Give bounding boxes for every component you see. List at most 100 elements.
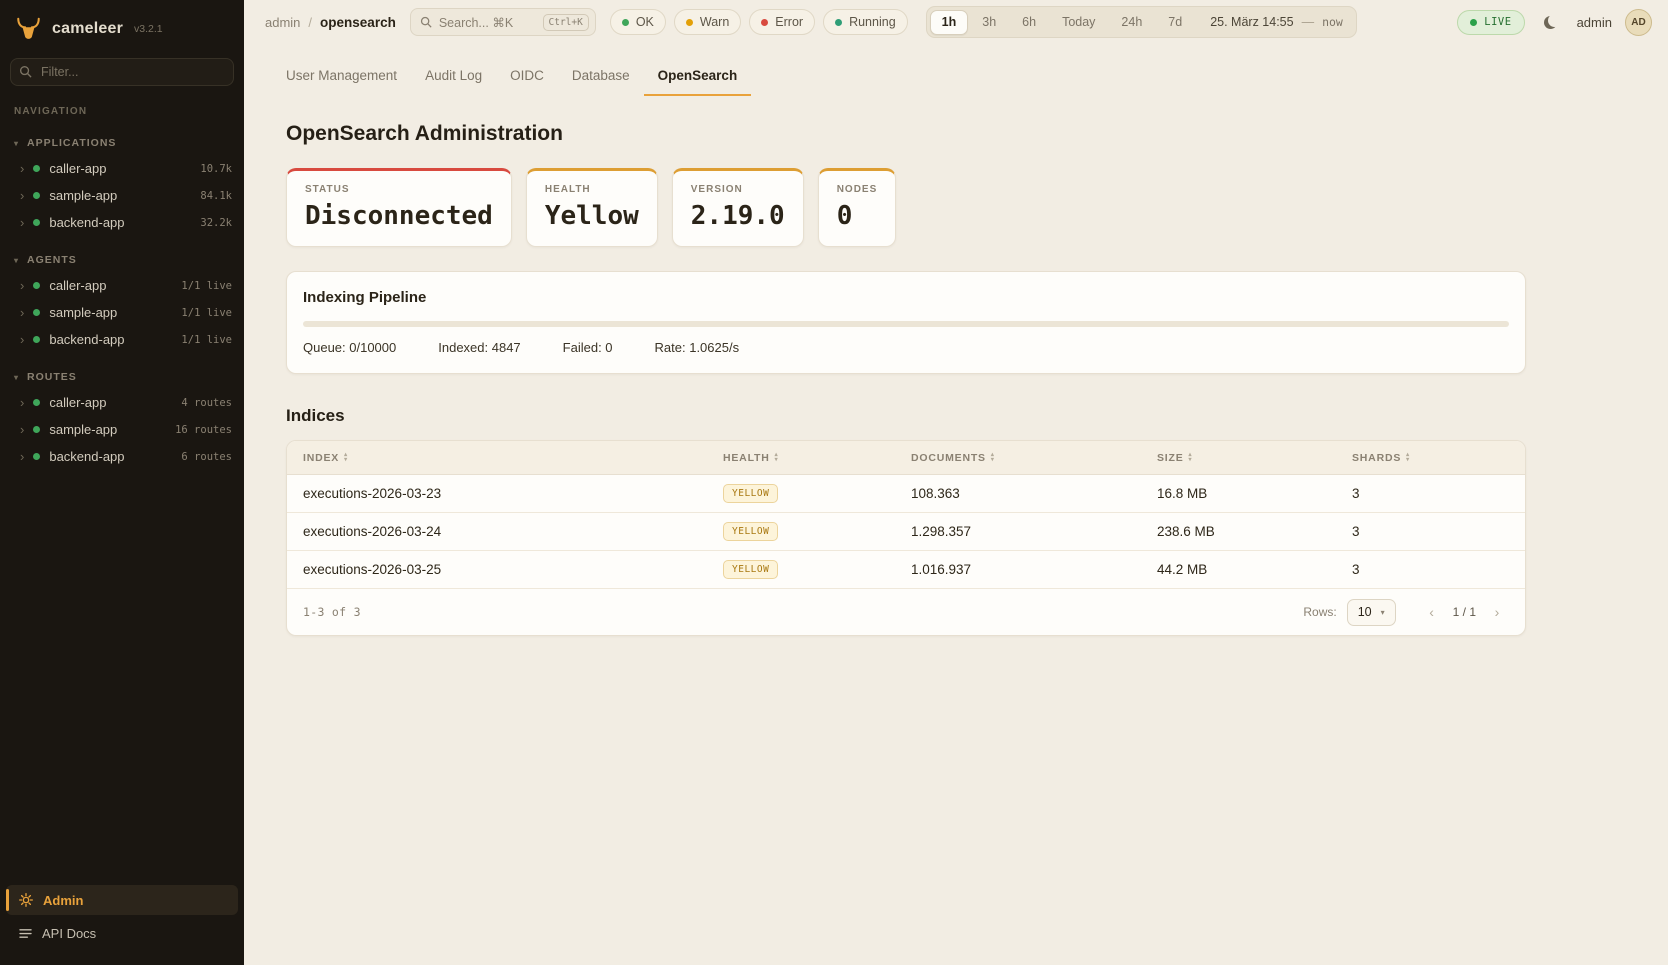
search-icon	[420, 16, 432, 28]
global-search[interactable]: Search... ⌘K Ctrl+K	[410, 8, 596, 36]
chevron-right-icon: ›	[20, 422, 24, 437]
stat-card-status: STATUS Disconnected	[286, 168, 512, 247]
sidebar-footer: Admin API Docs	[0, 885, 244, 951]
sidebar-item-backend-app-agent[interactable]: › backend-app 1/1 live	[0, 326, 244, 353]
chevron-right-icon: ›	[20, 449, 24, 464]
sidebar-item-label: Admin	[43, 893, 83, 908]
column-label: DOCUMENTS	[911, 452, 986, 464]
rows-per-page-select[interactable]: 10 ▾	[1347, 599, 1396, 626]
sidebar-item-sample-app-agent[interactable]: › sample-app 1/1 live	[0, 299, 244, 326]
status-dot	[33, 219, 40, 226]
filter-warn[interactable]: Warn	[674, 9, 741, 35]
time-range-3h[interactable]: 3h	[970, 10, 1008, 35]
stat-value: Yellow	[545, 201, 639, 231]
sidebar-item-caller-app-agent[interactable]: › caller-app 1/1 live	[0, 272, 244, 299]
avatar[interactable]: AD	[1625, 9, 1652, 36]
column-header-size[interactable]: SIZE ▴▾	[1157, 452, 1352, 464]
column-header-index[interactable]: INDEX ▴▾	[303, 452, 723, 464]
time-range-1h[interactable]: 1h	[930, 10, 969, 35]
date-range-start: 25. März 14:55	[1210, 15, 1293, 29]
sidebar-item-sample-app-routes[interactable]: › sample-app 16 routes	[0, 416, 244, 443]
routes-badge: 4 routes	[181, 397, 232, 409]
status-dot	[33, 165, 40, 172]
cell-documents: 108.363	[911, 486, 1157, 501]
column-header-documents[interactable]: DOCUMENTS ▴▾	[911, 452, 1157, 464]
tab-audit-log[interactable]: Audit Log	[411, 68, 496, 96]
live-dot-icon	[1470, 19, 1477, 26]
stat-value: Disconnected	[305, 201, 493, 231]
gear-icon	[19, 893, 33, 907]
pagination: ‹ 1 / 1 ›	[1420, 600, 1509, 624]
section-applications: ▾ APPLICATIONS › caller-app 10.7k › samp…	[0, 133, 244, 236]
section-header-applications[interactable]: ▾ APPLICATIONS	[0, 133, 244, 155]
stat-label: VERSION	[691, 184, 785, 195]
next-page-button[interactable]: ›	[1485, 600, 1509, 624]
cell-health: YELLOW	[723, 484, 911, 503]
table-row[interactable]: executions-2026-03-25 YELLOW 1.016.937 4…	[287, 551, 1525, 589]
sidebar-item-api-docs[interactable]: API Docs	[6, 918, 238, 948]
tab-opensearch[interactable]: OpenSearch	[644, 68, 752, 96]
sidebar-item-backend-app[interactable]: › backend-app 32.2k	[0, 209, 244, 236]
table-row[interactable]: executions-2026-03-23 YELLOW 108.363 16.…	[287, 475, 1525, 513]
running-dot-icon	[835, 19, 842, 26]
cell-shards: 3	[1352, 486, 1509, 501]
pipeline-rate: Rate: 1.0625/s	[655, 340, 740, 355]
username: admin	[1577, 15, 1612, 30]
sidebar-item-caller-app-routes[interactable]: › caller-app 4 routes	[0, 389, 244, 416]
page-title: OpenSearch Administration	[286, 122, 1526, 146]
sidebar-filter-input[interactable]	[10, 58, 234, 86]
sidebar-item-label: caller-app	[49, 161, 106, 176]
sidebar-item-admin[interactable]: Admin	[6, 885, 238, 915]
status-dot	[33, 336, 40, 343]
tab-database[interactable]: Database	[558, 68, 644, 96]
table-row[interactable]: executions-2026-03-24 YELLOW 1.298.357 2…	[287, 513, 1525, 551]
pipeline-failed: Failed: 0	[563, 340, 613, 355]
column-header-shards[interactable]: SHARDS ▴▾	[1352, 452, 1509, 464]
section-agents: ▾ AGENTS › caller-app 1/1 live › sample-…	[0, 250, 244, 353]
cell-index: executions-2026-03-23	[303, 486, 723, 501]
section-header-agents[interactable]: ▾ AGENTS	[0, 250, 244, 272]
breadcrumb-current: opensearch	[320, 15, 396, 30]
sidebar-item-sample-app[interactable]: › sample-app 84.1k	[0, 182, 244, 209]
tab-oidc[interactable]: OIDC	[496, 68, 558, 96]
filter-ok[interactable]: OK	[610, 9, 666, 35]
time-range-7d[interactable]: 7d	[1156, 10, 1194, 35]
row-range: 1-3 of 3	[303, 605, 361, 619]
status-dot	[33, 309, 40, 316]
tab-user-management[interactable]: User Management	[286, 68, 411, 96]
caret-down-icon: ▾	[14, 256, 19, 265]
section-label: APPLICATIONS	[27, 137, 116, 149]
filter-label: Error	[775, 15, 803, 29]
moon-icon	[1544, 16, 1557, 29]
time-range-today[interactable]: Today	[1050, 10, 1107, 35]
rows-per-page-value: 10	[1358, 605, 1372, 619]
date-range-display[interactable]: 25. März 14:55 — now	[1210, 15, 1343, 29]
sidebar-filter	[10, 58, 234, 86]
cell-health: YELLOW	[723, 560, 911, 579]
filter-error[interactable]: Error	[749, 9, 815, 35]
sidebar-item-label: sample-app	[49, 305, 117, 320]
breadcrumb-parent[interactable]: admin	[265, 15, 300, 30]
section-header-routes[interactable]: ▾ ROUTES	[0, 367, 244, 389]
search-icon	[19, 65, 32, 83]
column-label: HEALTH	[723, 452, 770, 464]
column-header-health[interactable]: HEALTH ▴▾	[723, 452, 911, 464]
cell-documents: 1.298.357	[911, 524, 1157, 539]
time-range-24h[interactable]: 24h	[1109, 10, 1154, 35]
health-badge: YELLOW	[723, 522, 778, 541]
filter-running[interactable]: Running	[823, 9, 908, 35]
sidebar-item-caller-app[interactable]: › caller-app 10.7k	[0, 155, 244, 182]
live-badge: 1/1 live	[181, 307, 232, 319]
count-badge: 32.2k	[200, 217, 232, 229]
prev-page-button[interactable]: ‹	[1420, 600, 1444, 624]
status-dot	[33, 192, 40, 199]
sidebar-item-label: caller-app	[49, 278, 106, 293]
sidebar-item-label: backend-app	[49, 215, 124, 230]
status-dot	[33, 282, 40, 289]
cell-health: YELLOW	[723, 522, 911, 541]
dark-mode-toggle[interactable]	[1538, 9, 1564, 35]
sidebar-item-backend-app-routes[interactable]: › backend-app 6 routes	[0, 443, 244, 470]
live-toggle[interactable]: LIVE	[1457, 10, 1524, 35]
time-range-6h[interactable]: 6h	[1010, 10, 1048, 35]
sort-icon: ▴▾	[344, 453, 348, 463]
